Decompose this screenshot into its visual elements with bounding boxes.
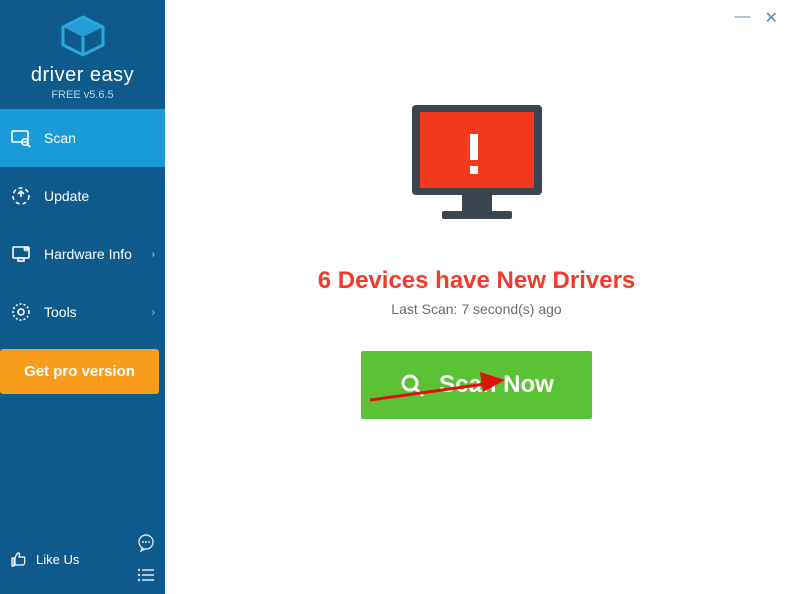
app-version: FREE v5.6.5: [0, 89, 165, 101]
svg-text:i: i: [25, 247, 26, 252]
status-headline: 6 Devices have New Drivers: [318, 267, 636, 295]
sidebar-item-tools[interactable]: Tools ›: [0, 283, 165, 341]
get-pro-button[interactable]: Get pro version: [0, 349, 159, 394]
like-us-label: Like Us: [36, 552, 79, 567]
sidebar-item-label: Scan: [44, 130, 76, 146]
last-scan-text: Last Scan: 7 second(s) ago: [391, 301, 561, 317]
tools-icon: [10, 301, 32, 323]
center-panel: 6 Devices have New Drivers Last Scan: 7 …: [165, 0, 788, 419]
bottom-icons: [135, 532, 157, 586]
scan-button-label: Scan Now: [439, 371, 554, 399]
scan-icon: [10, 127, 32, 149]
app-logo-icon: [59, 15, 107, 62]
hardware-icon: i: [10, 243, 32, 265]
search-icon: [399, 372, 425, 398]
chevron-right-icon: ›: [152, 307, 155, 318]
sidebar-item-scan[interactable]: Scan: [0, 109, 165, 167]
close-button[interactable]: ✕: [765, 8, 778, 28]
sidebar-item-label: Tools: [44, 304, 77, 320]
menu-list-icon[interactable]: [135, 564, 157, 586]
chevron-right-icon: ›: [152, 249, 155, 260]
sidebar-item-update[interactable]: Update: [0, 167, 165, 225]
sidebar: driver easy FREE v5.6.5 Scan Update i: [0, 0, 165, 594]
brand-name: driver easy: [0, 64, 165, 87]
monitor-alert-icon: [402, 100, 552, 235]
sidebar-bottom: Like Us: [0, 524, 165, 594]
nav: Scan Update i Hardware Info › Tools: [0, 109, 165, 394]
main-content: — ✕ 6 Devices have New Drivers Last Scan…: [165, 0, 788, 594]
thumbs-up-icon: [8, 549, 28, 569]
feedback-icon[interactable]: [135, 532, 157, 554]
sidebar-item-hardware-info[interactable]: i Hardware Info ›: [0, 225, 165, 283]
update-icon: [10, 185, 32, 207]
scan-now-button[interactable]: Scan Now: [361, 351, 592, 419]
like-us-button[interactable]: Like Us: [8, 549, 79, 569]
sidebar-item-label: Update: [44, 188, 89, 204]
logo-area: driver easy FREE v5.6.5: [0, 0, 165, 109]
minimize-button[interactable]: —: [735, 8, 751, 28]
sidebar-item-label: Hardware Info: [44, 246, 132, 262]
window-controls: — ✕: [735, 8, 778, 28]
